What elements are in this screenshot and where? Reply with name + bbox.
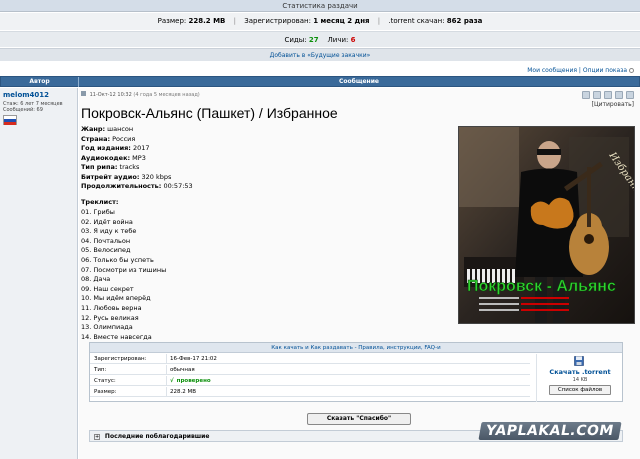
track-item: 09. Наш секрет: [81, 284, 134, 293]
message-header: Сообщение: [339, 78, 379, 85]
meta-country: Страна: Россия: [81, 134, 136, 143]
track-item: 11. Любовь верна: [81, 303, 142, 312]
meta-bitrate: Битрейт аудио: 320 kbps: [81, 172, 172, 181]
track-item: 07. Посмотри из тишины: [81, 265, 167, 274]
track-item: 01. Грибы: [81, 208, 115, 216]
watermark-logo: YAPLAKAL.COM: [478, 422, 622, 440]
wishlist-link[interactable]: Добавить в «Будущие закачки»: [0, 48, 640, 61]
download-size: 14 KB: [572, 377, 588, 383]
track-item: 04. Почтальон: [81, 236, 131, 245]
track-item: 06. Только бы успеть: [81, 255, 154, 264]
track-item: 12. Русь великая: [81, 313, 139, 322]
russia-flag-icon: [3, 115, 17, 125]
meta-codec: Аудиокодек: MP3: [81, 153, 146, 162]
save-disk-icon[interactable]: [574, 356, 584, 366]
author-name[interactable]: melom4012: [3, 91, 49, 99]
meta-year: Год издания: 2017: [81, 144, 150, 152]
downloaded-label: .torrent скачан:: [388, 17, 445, 25]
tor-row-registered: Зарегистрирован: 16-Фев-17 21:02: [90, 354, 530, 364]
post-ago: (4 года 5 месяцев назад): [133, 92, 200, 98]
options-toggle-icon[interactable]: [629, 68, 634, 73]
post-title: Покровск-Альянс (Пашкет) / Избранное: [81, 105, 338, 121]
download-torrent-link[interactable]: Скачать .torrent: [537, 368, 623, 376]
stats-row: Размер: 228.2 MB | Зарегистрирован: 1 ме…: [0, 13, 640, 30]
share-icon[interactable]: [582, 91, 590, 99]
table-header: Автор Сообщение: [0, 76, 640, 87]
registered-label: Зарегистрирован:: [244, 17, 311, 25]
expand-icon[interactable]: +: [94, 433, 100, 440]
author-column: melom4012 Стаж: 6 лет 7 месяцев Сообщени…: [0, 88, 78, 459]
tracklist: 01. Грибы 02. Идёт война 03. Я иду к теб…: [81, 208, 166, 342]
status-value: проверено: [176, 378, 211, 384]
post-date[interactable]: 11-Окт-12 10:32: [90, 92, 132, 98]
seeds-value: 27: [308, 36, 319, 44]
file-list-button[interactable]: Список файлов: [549, 385, 611, 395]
torrent-info-box: Как качать и Как раздавать - Правила, ин…: [89, 342, 623, 402]
share-icon[interactable]: [626, 91, 634, 99]
peers-row: Сиды: 27 Личи: 6: [0, 31, 640, 47]
size-value: 228.2 MB: [188, 17, 226, 25]
post-action-icons: [579, 91, 634, 101]
meta-genre: Жанр: шансон: [81, 125, 134, 133]
author-messages: Сообщений: 69: [3, 107, 43, 113]
tor-row-status: Статус: √ проверено: [90, 376, 530, 386]
track-item: 05. Велосипед: [81, 246, 131, 255]
stats-title: Статистика раздачи: [0, 0, 640, 12]
check-icon: √: [170, 378, 174, 384]
last-thanks-label: Последние поблагодарившие: [104, 433, 210, 440]
leech-label: Личи:: [327, 36, 349, 44]
author-header: Автор: [1, 77, 79, 87]
meta-duration: Продолжительность: 00:57:53: [81, 182, 193, 190]
download-panel: Скачать .torrent 14 KB Список файлов: [536, 354, 622, 402]
quote-button[interactable]: [Цитировать]: [592, 101, 634, 108]
post: 11-Окт-12 10:32 (4 года 5 месяцев назад)…: [79, 88, 640, 459]
tracklist-title: Треклист:: [81, 198, 119, 206]
cover-band-text: Покровск - Альянс: [467, 278, 616, 295]
registered-value: 1 месяц 2 дня: [313, 17, 370, 25]
thanks-button[interactable]: Сказать "Спасибо": [307, 413, 411, 425]
size-label: Размер:: [157, 17, 187, 25]
share-icon[interactable]: [615, 91, 623, 99]
album-cover-image: Избранное Покровск - Альянс: [458, 126, 635, 324]
meta-rip: Тип рипа: tracks: [81, 163, 140, 171]
top-links: Мои сообщения | Опции показа: [0, 66, 640, 75]
view-options-link[interactable]: Опции показа: [583, 67, 627, 74]
post-meta: 11-Окт-12 10:32 (4 года 5 месяцев назад): [81, 91, 200, 98]
seeds-label: Сиды:: [284, 36, 307, 44]
track-item: 02. Идёт война: [81, 217, 133, 226]
track-item: 10. Мы идём вперёд: [81, 294, 151, 303]
tor-row-type: Тип: обычная: [90, 365, 530, 375]
downloaded-value: 862 раза: [446, 17, 483, 25]
track-item: 08. Дача: [81, 275, 111, 284]
post-icon: [81, 91, 86, 96]
share-icon[interactable]: [604, 91, 612, 99]
track-item: 14. Вместе навсегда: [81, 332, 152, 341]
track-item: 13. Олимпиада: [81, 323, 133, 332]
tor-row-size: Размер: 228.2 MB: [90, 387, 530, 397]
my-messages-link[interactable]: Мои сообщения: [527, 67, 577, 74]
share-icon[interactable]: [593, 91, 601, 99]
help-links[interactable]: Как качать и Как раздавать - Правила, ин…: [90, 343, 622, 353]
release-meta: Жанр: шансон Страна: Россия Год издания:…: [81, 125, 193, 192]
track-item: 03. Я иду к тебе: [81, 227, 137, 236]
leech-value: 6: [350, 36, 356, 44]
